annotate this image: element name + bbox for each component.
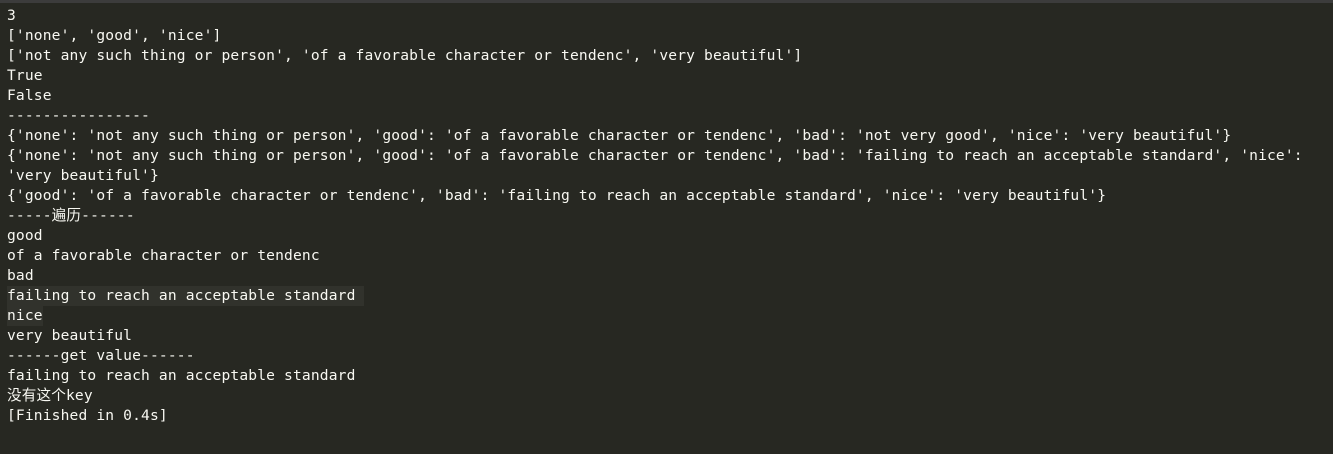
output-line: good <box>7 227 43 244</box>
output-line: 没有这个key <box>7 387 93 404</box>
vertical-scrollbar[interactable] <box>1319 3 1333 454</box>
output-line-text: nice <box>7 306 43 326</box>
output-line: {'none': 'not any such thing or person',… <box>7 147 1303 164</box>
build-output-panel[interactable]: 3 ['none', 'good', 'nice'] ['not any suc… <box>0 0 1333 454</box>
output-line: 3 <box>7 7 16 24</box>
output-line: 'very beautiful'} <box>7 167 159 184</box>
output-line-highlighted: nice <box>7 306 1333 326</box>
output-line: ['not any such thing or person', 'of a f… <box>7 47 803 64</box>
output-line-highlighted: failing to reach an acceptable standard <box>7 286 1333 306</box>
output-line: {'good': 'of a favorable character or te… <box>7 187 1107 204</box>
output-line: ------get value------ <box>7 347 195 364</box>
output-line-text: failing to reach an acceptable standard <box>7 286 364 306</box>
output-line: ['none', 'good', 'nice'] <box>7 27 222 44</box>
output-line: -----遍历------ <box>7 207 135 224</box>
output-line: {'none': 'not any such thing or person',… <box>7 127 1232 144</box>
output-line: True <box>7 67 43 84</box>
output-line: [Finished in 0.4s] <box>7 407 168 424</box>
output-line: ---------------- <box>7 107 150 124</box>
output-line: bad <box>7 267 34 284</box>
output-line: very beautiful <box>7 327 133 344</box>
output-line: of a favorable character or tendenc <box>7 247 320 264</box>
output-line: failing to reach an acceptable standard <box>7 367 356 384</box>
output-line: False <box>7 87 52 104</box>
